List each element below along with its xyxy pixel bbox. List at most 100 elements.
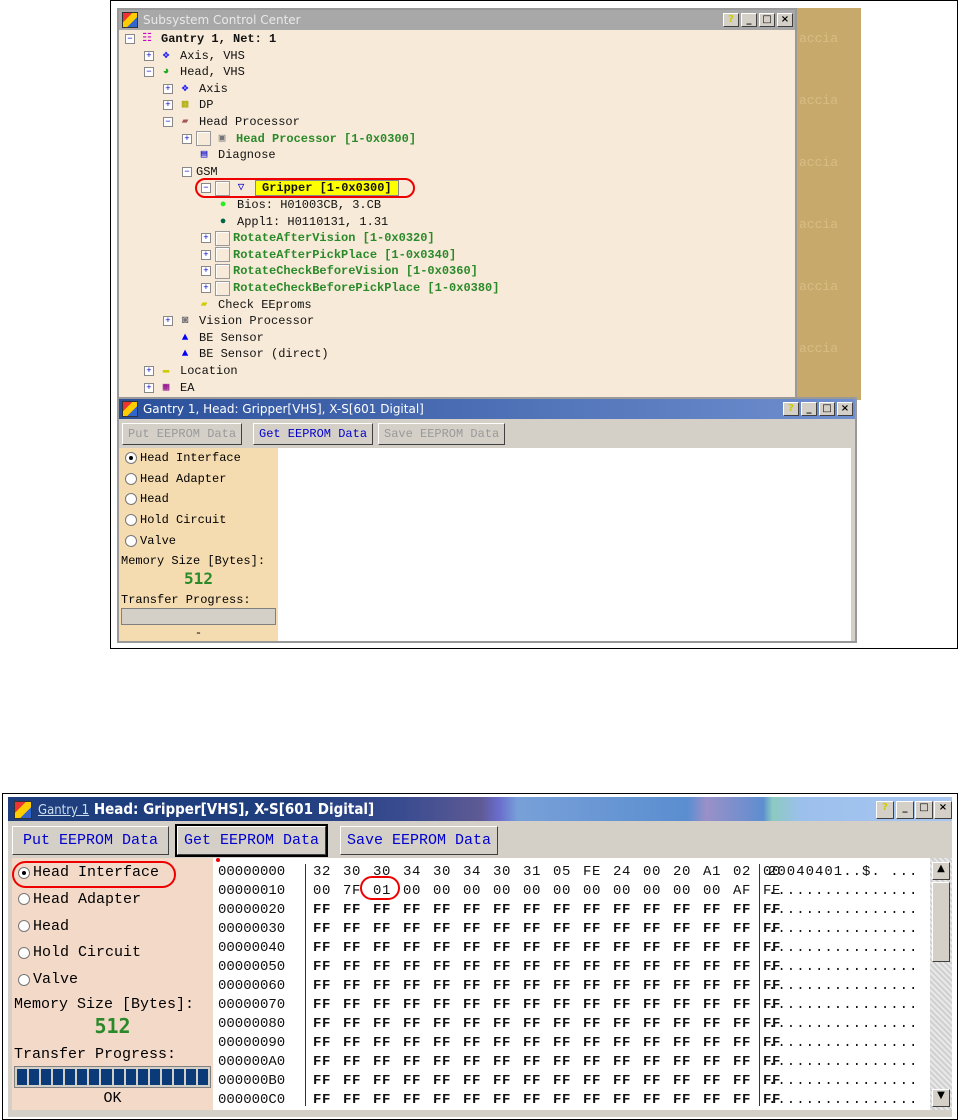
hex-view[interactable]: 00000000 32 30 30 34 30 34 30 31 05 FE 24…	[213, 858, 930, 1110]
expand-icon[interactable]: +	[144, 366, 154, 376]
get-eeprom-button[interactable]: Get EEPROM Data	[253, 423, 374, 445]
help-icon[interactable]: ?	[783, 402, 799, 416]
maximize-button[interactable]: □	[915, 801, 933, 819]
tree-item[interactable]: − GSM	[182, 164, 218, 180]
radio-button[interactable]	[18, 893, 30, 906]
tree-item[interactable]: − ☷ Gantry 1, Net: 1	[125, 31, 276, 47]
hex-bytes[interactable]: FF FF FF FF FF FF FF FF FF FF FF FF FF F…	[313, 1016, 781, 1032]
tree-item[interactable]: + RotateAfterPickPlace [1-0x0340]	[201, 247, 456, 263]
checkbox[interactable]	[215, 180, 230, 196]
expand-icon[interactable]: +	[201, 266, 211, 277]
hex-bytes[interactable]: FF FF FF FF FF FF FF FF FF FF FF FF FF F…	[313, 1073, 781, 1089]
title-bar[interactable]: Gantry 1, Head: Gripper[VHS], X-S[601 Di…	[119, 399, 855, 419]
expand-icon[interactable]: +	[144, 50, 154, 61]
radio-button[interactable]	[125, 472, 137, 485]
tree-item[interactable]: + RotateCheckBeforeVision [1-0x0360]	[201, 263, 478, 279]
collapse-icon[interactable]: −	[144, 67, 154, 78]
tree-item[interactable]: + ✥ Axis	[163, 81, 228, 97]
tree-item[interactable]: + ▣ Head Processor [1-0x0300]	[182, 131, 416, 147]
tree-item[interactable]: + ▩ DP	[163, 97, 213, 113]
hex-bytes[interactable]: FF FF FF FF FF FF FF FF FF FF FF FF FF F…	[313, 1092, 781, 1108]
scrollbar[interactable]: ▲ ▼	[930, 858, 952, 1110]
hex-bytes[interactable]: FF FF FF FF FF FF FF FF FF FF FF FF FF F…	[313, 997, 781, 1013]
expand-icon[interactable]: +	[163, 83, 173, 94]
checkbox[interactable]	[215, 263, 230, 279]
scroll-down-arrow-icon[interactable]: ▼	[932, 1089, 950, 1107]
checkbox[interactable]	[215, 230, 230, 246]
tree-item[interactable]: + ◙ Vision Processor	[163, 313, 314, 329]
scroll-up-arrow-icon[interactable]: ▲	[932, 862, 950, 880]
radio-button[interactable]	[125, 493, 137, 506]
expand-icon[interactable]: +	[182, 133, 192, 144]
radio-valve[interactable]: Valve	[18, 971, 78, 988]
collapse-icon[interactable]: −	[182, 166, 192, 177]
expand-icon[interactable]: +	[201, 249, 211, 260]
radio-head-adapter[interactable]: Head Adapter	[18, 891, 141, 908]
tree-item[interactable]: ▰ Check EEproms	[182, 297, 312, 313]
tree-item[interactable]: + ▬ Location	[144, 363, 238, 379]
collapse-icon[interactable]: −	[201, 183, 211, 194]
checkbox[interactable]	[215, 280, 230, 296]
close-button[interactable]: ×	[934, 801, 952, 819]
save-eeprom-button[interactable]: Save EEPROM Data	[378, 423, 506, 445]
radio-button[interactable]	[18, 920, 30, 933]
hex-bytes[interactable]: FF FF FF FF FF FF FF FF FF FF FF FF FF F…	[313, 1054, 781, 1070]
tree-item[interactable]: ● Bios: H01003CB, 3.CB	[215, 197, 381, 213]
close-button[interactable]: ×	[837, 402, 853, 416]
tree-item[interactable]: − ▰ Head Processor	[163, 114, 300, 130]
radio-button[interactable]	[125, 452, 137, 464]
collapse-icon[interactable]: −	[125, 34, 135, 44]
radio-valve[interactable]: Valve	[125, 534, 176, 548]
tree-item[interactable]: ▲ BE Sensor (direct)	[163, 346, 329, 362]
minimize-button[interactable]: _	[896, 801, 914, 819]
tree-item[interactable]: + RotateCheckBeforePickPlace [1-0x0380]	[201, 280, 499, 296]
minimize-button[interactable]: _	[741, 13, 757, 27]
hex-bytes[interactable]: FF FF FF FF FF FF FF FF FF FF FF FF FF F…	[313, 902, 781, 918]
title-bar[interactable]: Subsystem Control Center ? _ □ ×	[119, 10, 795, 30]
expand-icon[interactable]: +	[163, 316, 173, 327]
radio-head[interactable]: Head	[125, 492, 169, 506]
save-eeprom-button[interactable]: Save EEPROM Data	[340, 826, 499, 855]
close-button[interactable]: ×	[777, 13, 793, 27]
expand-icon[interactable]: +	[144, 382, 154, 393]
radio-button[interactable]	[125, 514, 137, 527]
radio-hold-circuit[interactable]: Hold Circuit	[125, 513, 226, 527]
expand-icon[interactable]: +	[201, 283, 211, 293]
checkbox[interactable]	[196, 131, 211, 147]
tree-item[interactable]: + RotateAfterVision [1-0x0320]	[201, 230, 435, 246]
radio-button[interactable]	[18, 973, 30, 986]
tree-item[interactable]: − ◕ Head, VHS	[144, 64, 245, 80]
hex-bytes[interactable]: FF FF FF FF FF FF FF FF FF FF FF FF FF F…	[313, 978, 781, 994]
hex-bytes[interactable]: FF FF FF FF FF FF FF FF FF FF FF FF FF F…	[313, 921, 781, 937]
scroll-thumb[interactable]	[932, 882, 950, 962]
radio-button[interactable]	[125, 534, 137, 547]
radio-hold-circuit[interactable]: Hold Circuit	[18, 944, 141, 961]
expand-icon[interactable]: +	[201, 233, 211, 244]
hex-bytes[interactable]: FF FF FF FF FF FF FF FF FF FF FF FF FF F…	[313, 1035, 781, 1051]
hex-bytes[interactable]: FF FF FF FF FF FF FF FF FF FF FF FF FF F…	[313, 959, 781, 975]
hex-bytes[interactable]: FF FF FF FF FF FF FF FF FF FF FF FF FF F…	[313, 940, 781, 956]
help-icon[interactable]: ?	[876, 801, 894, 819]
put-eeprom-button[interactable]: Put EEPROM Data	[122, 423, 243, 445]
put-eeprom-button[interactable]: Put EEPROM Data	[12, 826, 170, 855]
minimize-button[interactable]: _	[801, 402, 817, 416]
tree-item[interactable]: ▤ Diagnose	[182, 147, 276, 163]
collapse-icon[interactable]: −	[163, 117, 173, 127]
gantry-link[interactable]: Gantry 1	[38, 803, 89, 818]
maximize-button[interactable]: □	[819, 402, 835, 416]
tree-item[interactable]: ● Appl1: H0110131, 1.31	[215, 214, 389, 230]
tree-item[interactable]: − ▽ Gripper [1-0x0300]	[195, 178, 415, 199]
radio-head-interface[interactable]: Head Interface	[125, 451, 241, 465]
checkbox[interactable]	[215, 247, 230, 263]
get-eeprom-button[interactable]: Get EEPROM Data	[174, 824, 329, 857]
tree-item[interactable]: + ✥ Axis, VHS	[144, 48, 245, 64]
hex-view-empty[interactable]	[278, 448, 851, 641]
help-icon[interactable]: ?	[723, 13, 739, 27]
expand-icon[interactable]: +	[163, 100, 173, 111]
maximize-button[interactable]: □	[759, 13, 775, 27]
tree-item[interactable]: ▲ BE Sensor	[163, 330, 264, 346]
radio-head[interactable]: Head	[18, 918, 69, 935]
radio-head-adapter[interactable]: Head Adapter	[125, 472, 226, 486]
radio-button[interactable]	[18, 946, 30, 959]
tree-item[interactable]: + ▦ EA	[144, 380, 194, 396]
